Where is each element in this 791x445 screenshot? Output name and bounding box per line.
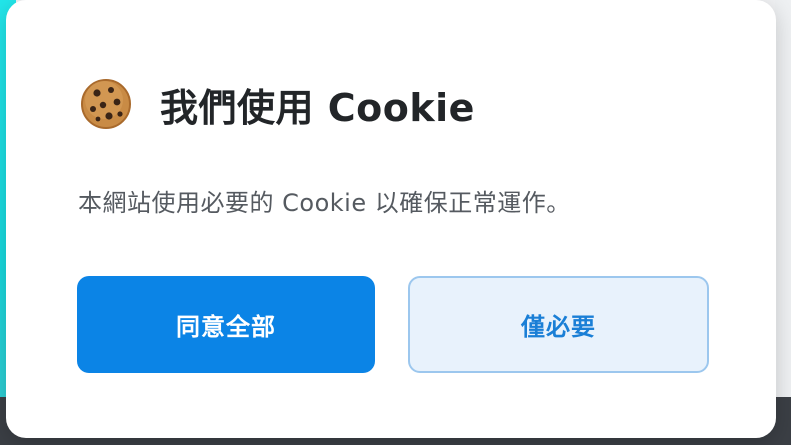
cookie-consent-dialog: 我們使用 Cookie 本網站使用必要的 Cookie 以確保正常運作。 同意全… <box>6 0 776 438</box>
background-edge-right <box>775 0 791 445</box>
accept-all-button[interactable]: 同意全部 <box>77 276 375 373</box>
cookie-icon <box>81 79 131 129</box>
necessary-only-button[interactable]: 僅必要 <box>408 276 709 373</box>
dialog-title: 我們使用 Cookie <box>160 85 475 130</box>
dialog-description: 本網站使用必要的 Cookie 以確保正常運作。 <box>78 189 571 217</box>
dialog-header: 我們使用 Cookie <box>80 76 475 132</box>
